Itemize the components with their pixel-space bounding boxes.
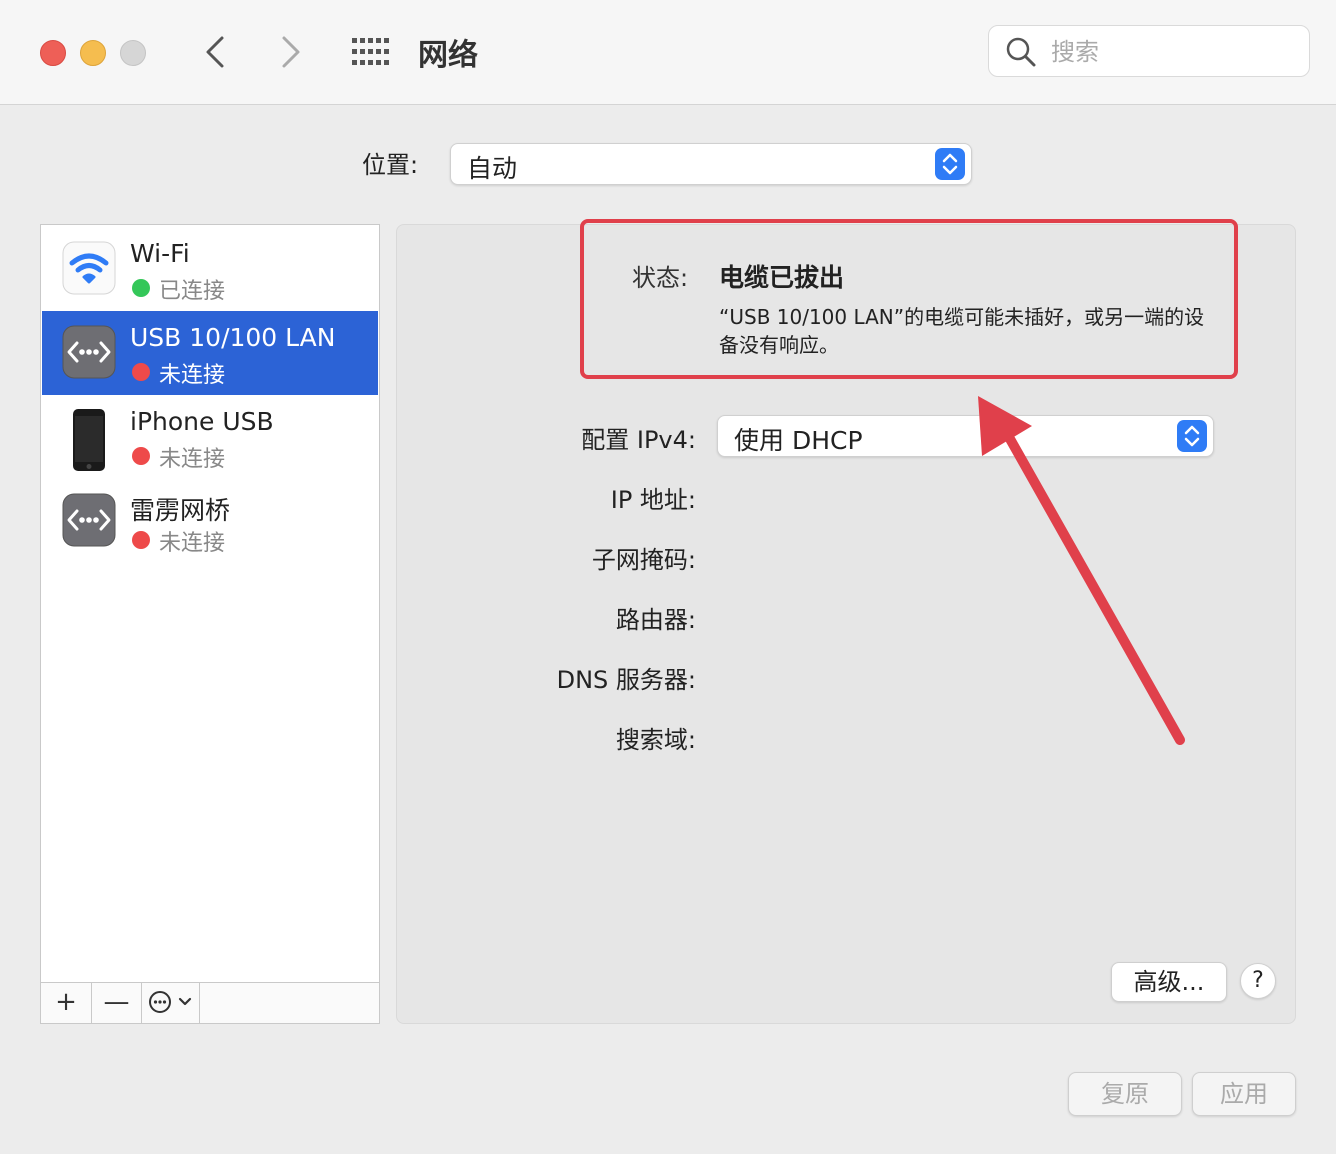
- ip-address-label: IP 地址:: [610, 486, 696, 514]
- ethernet-icon: [62, 493, 116, 549]
- status-dot: [132, 531, 150, 549]
- up-down-chevron-icon: [935, 148, 965, 180]
- service-name: USB 10/100 LAN: [130, 323, 336, 352]
- service-status: 未连接: [159, 363, 226, 388]
- chevron-right-icon: [282, 36, 300, 68]
- iphone-icon: [62, 409, 116, 471]
- revert-button[interactable]: 复原: [1068, 1072, 1182, 1116]
- router-label: 路由器:: [615, 606, 696, 634]
- search-domain-label: 搜索域:: [615, 726, 696, 754]
- subnet-mask-label: 子网掩码:: [591, 546, 696, 574]
- apply-button[interactable]: 应用: [1192, 1072, 1296, 1116]
- annotation-highlight-box: [580, 219, 1238, 379]
- window-title: 网络: [418, 38, 478, 73]
- ethernet-icon: [62, 325, 116, 381]
- service-item-wifi[interactable]: Wi-Fi 已连接: [42, 227, 378, 311]
- status-dot: [132, 363, 150, 381]
- status-dot: [132, 279, 150, 297]
- ipv4-label: 配置 IPv4:: [581, 426, 696, 454]
- service-item-usb-lan[interactable]: USB 10/100 LAN 未连接: [42, 311, 378, 395]
- zoom-window-button[interactable]: [120, 40, 146, 66]
- service-name: iPhone USB: [130, 407, 274, 436]
- service-status: 未连接: [159, 531, 226, 556]
- show-all-button[interactable]: [352, 38, 390, 66]
- back-button[interactable]: [196, 32, 236, 72]
- up-down-chevron-icon: [1177, 420, 1207, 452]
- service-list-toolbar: + —: [41, 982, 379, 1023]
- service-status: 未连接: [159, 447, 226, 472]
- status-dot: [132, 447, 150, 465]
- help-button[interactable]: ?: [1240, 963, 1276, 999]
- location-popup[interactable]: 自动: [450, 143, 972, 185]
- close-window-button[interactable]: [40, 40, 66, 66]
- service-name: Wi-Fi: [130, 239, 190, 268]
- forward-button[interactable]: [270, 32, 310, 72]
- add-service-button[interactable]: +: [41, 983, 92, 1023]
- dns-server-label: DNS 服务器:: [556, 666, 696, 694]
- advanced-button[interactable]: 高级...: [1111, 962, 1227, 1002]
- service-name: 雷雳网桥: [130, 496, 231, 525]
- chevron-left-icon: [206, 36, 224, 68]
- search-icon: [1006, 37, 1036, 67]
- action-menu-button[interactable]: [142, 983, 200, 1023]
- wifi-icon: [62, 241, 116, 297]
- location-value: 自动: [467, 154, 518, 183]
- service-list: Wi-Fi 已连接 USB 10/100 LAN 未连接 iPhone USB: [40, 224, 380, 1024]
- service-item-iphone-usb[interactable]: iPhone USB 未连接: [42, 395, 378, 479]
- minimize-window-button[interactable]: [80, 40, 106, 66]
- search-input[interactable]: [1049, 34, 1293, 70]
- service-status: 已连接: [159, 279, 226, 304]
- ipv4-config-popup[interactable]: 使用 DHCP: [717, 415, 1214, 457]
- title-bar: 网络: [0, 0, 1336, 105]
- ipv4-value: 使用 DHCP: [734, 426, 863, 455]
- grid-icon: [352, 38, 389, 65]
- service-item-thunderbolt-bridge[interactable]: 雷雳网桥 未连接: [42, 479, 378, 563]
- location-label: 位置:: [362, 151, 419, 179]
- remove-service-button[interactable]: —: [92, 983, 142, 1023]
- more-options-icon: [149, 991, 192, 1013]
- search-field[interactable]: [988, 25, 1310, 77]
